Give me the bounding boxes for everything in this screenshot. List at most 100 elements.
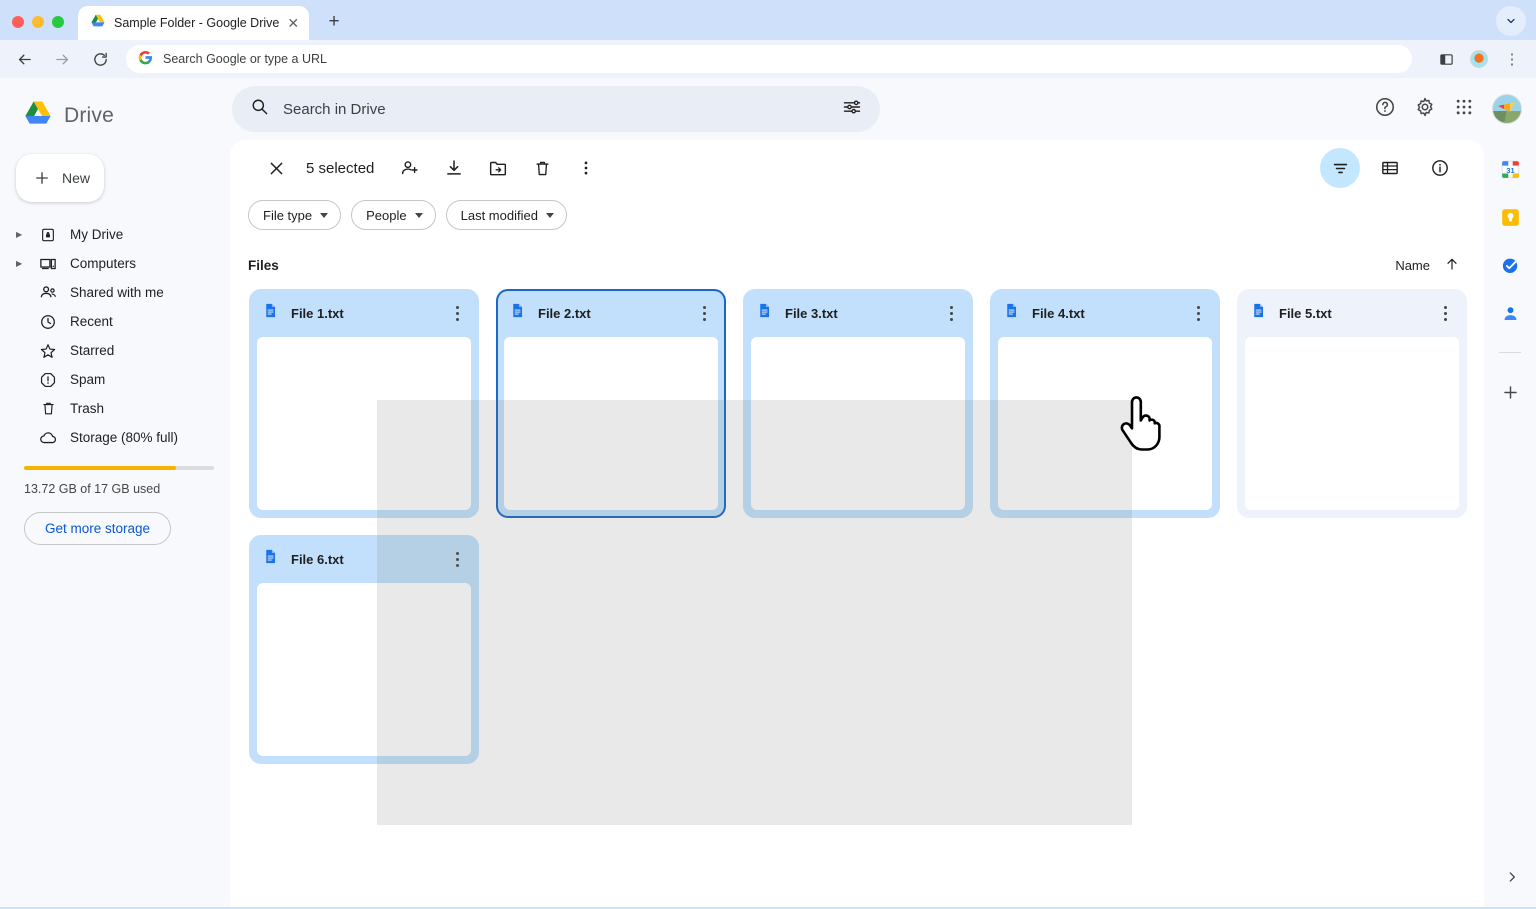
storage-progress-bar: [24, 466, 214, 470]
file-card[interactable]: File 3.txt: [743, 289, 973, 518]
text-file-icon: [756, 302, 773, 324]
account-avatar[interactable]: [1492, 94, 1522, 124]
view-controls: [1320, 148, 1484, 188]
sidebar-item-trash[interactable]: ▶ Trash: [0, 394, 216, 423]
arrow-up-icon[interactable]: [1444, 256, 1460, 275]
my-drive-icon: [38, 225, 58, 245]
sidebar-item-shared-with-me[interactable]: ▶ Shared with me: [0, 278, 216, 307]
text-file-icon: [1250, 302, 1267, 324]
files-section-header: Files Name: [230, 230, 1484, 275]
new-button[interactable]: New: [16, 154, 104, 202]
browser-menu-icon[interactable]: ⋮: [1500, 47, 1524, 71]
move-to-folder-button[interactable]: [478, 148, 518, 188]
back-button[interactable]: [12, 47, 36, 71]
file-card[interactable]: File 5.txt: [1237, 289, 1467, 518]
expand-rail-button[interactable]: [1496, 861, 1528, 893]
side-panel-icon[interactable]: [1434, 47, 1458, 71]
tab-close-icon[interactable]: ✕: [287, 16, 299, 30]
window-controls[interactable]: [12, 16, 78, 40]
file-more-options-button[interactable]: [939, 301, 963, 325]
file-more-options-button[interactable]: [692, 301, 716, 325]
sidebar-item-label: Starred: [70, 343, 114, 358]
spam-icon: [38, 370, 58, 390]
tab-search-button[interactable]: [1496, 6, 1526, 36]
filter-toggle-button[interactable]: [1320, 148, 1360, 188]
sidebar-item-computers[interactable]: ▶ Computers: [0, 249, 216, 278]
sidebar-item-starred[interactable]: ▶ Starred: [0, 336, 216, 365]
more-actions-button[interactable]: [566, 148, 606, 188]
sidebar-item-label: Storage (80% full): [70, 430, 178, 445]
google-keep-icon[interactable]: [1499, 206, 1521, 228]
sidebar-item-storage[interactable]: ▶ Storage (80% full): [0, 423, 216, 452]
sidebar-item-label: Recent: [70, 314, 113, 329]
download-button[interactable]: [434, 148, 474, 188]
file-name: File 4.txt: [1032, 306, 1174, 321]
sidebar-item-label: Computers: [70, 256, 136, 271]
sidebar-item-label: Trash: [70, 401, 104, 416]
text-file-icon: [262, 548, 279, 570]
get-more-storage-button[interactable]: Get more storage: [24, 512, 171, 545]
google-tasks-icon[interactable]: [1499, 254, 1521, 276]
address-bar[interactable]: Search Google or type a URL: [126, 45, 1412, 73]
browser-window: Sample Folder - Google Drive ✕ +: [0, 0, 1536, 909]
file-card[interactable]: File 2.txt: [496, 289, 726, 518]
search-input[interactable]: Search in Drive: [232, 86, 880, 132]
filter-chip-label: File type: [263, 208, 312, 223]
file-thumbnail: [504, 337, 718, 510]
header-actions: [1374, 94, 1536, 124]
sort-control[interactable]: Name: [1395, 256, 1484, 275]
filter-chip-last-modified[interactable]: Last modified: [446, 200, 567, 230]
maximize-window-button[interactable]: [52, 16, 64, 28]
browser-tab[interactable]: Sample Folder - Google Drive ✕: [78, 6, 309, 40]
share-button[interactable]: [390, 148, 430, 188]
sidebar-item-my-drive[interactable]: ▶ My Drive: [0, 220, 216, 249]
search-options-icon[interactable]: [842, 97, 862, 122]
file-more-options-button[interactable]: [1433, 301, 1457, 325]
google-apps-grid-icon[interactable]: [1454, 97, 1474, 122]
cloud-icon: [38, 428, 58, 448]
sidebar-item-spam[interactable]: ▶ Spam: [0, 365, 216, 394]
new-tab-button[interactable]: +: [319, 7, 349, 37]
file-card[interactable]: File 6.txt: [249, 535, 479, 764]
file-card-header: File 3.txt: [743, 289, 973, 337]
file-card[interactable]: File 4.txt: [990, 289, 1220, 518]
details-info-button[interactable]: [1420, 148, 1460, 188]
add-app-button[interactable]: [1499, 381, 1521, 403]
expand-caret-icon[interactable]: ▶: [16, 259, 26, 268]
drive-logo-and-title[interactable]: Drive: [0, 90, 230, 134]
drive-logo-icon: [22, 100, 54, 133]
gear-icon[interactable]: [1414, 96, 1436, 123]
chevron-down-icon: [546, 213, 554, 218]
file-more-options-button[interactable]: [445, 547, 469, 571]
filter-chip-label: People: [366, 208, 406, 223]
delete-button[interactable]: [522, 148, 562, 188]
file-name: File 2.txt: [538, 306, 680, 321]
file-card[interactable]: File 1.txt: [249, 289, 479, 518]
drive-favicon-icon: [90, 13, 106, 34]
profile-avatar[interactable]: [1470, 50, 1488, 68]
filter-chip-file-type[interactable]: File type: [248, 200, 341, 230]
shared-with-me-icon: [38, 283, 58, 303]
google-calendar-icon[interactable]: 31: [1499, 158, 1521, 180]
minimize-window-button[interactable]: [32, 16, 44, 28]
close-window-button[interactable]: [12, 16, 24, 28]
file-name: File 3.txt: [785, 306, 927, 321]
file-more-options-button[interactable]: [1186, 301, 1210, 325]
file-more-options-button[interactable]: [445, 301, 469, 325]
expand-caret-icon[interactable]: ▶: [16, 230, 26, 239]
filter-chips: File type People Last modified: [230, 196, 1484, 230]
forward-button[interactable]: [50, 47, 74, 71]
search-placeholder-text: Search in Drive: [283, 101, 828, 118]
help-icon[interactable]: [1374, 96, 1396, 123]
app-title: Drive: [64, 104, 114, 128]
drive-app: Drive New ▶ My Drive ▶: [0, 78, 1536, 907]
reload-button[interactable]: [88, 47, 112, 71]
storage-usage-text: 13.72 GB of 17 GB used: [24, 482, 230, 496]
filter-chip-people[interactable]: People: [351, 200, 435, 230]
google-contacts-icon[interactable]: [1499, 302, 1521, 324]
sidebar-item-recent[interactable]: ▶ Recent: [0, 307, 216, 336]
plus-icon: [32, 168, 52, 188]
sort-field-label: Name: [1395, 258, 1430, 273]
list-view-button[interactable]: [1370, 148, 1410, 188]
clear-selection-button[interactable]: [256, 148, 296, 188]
